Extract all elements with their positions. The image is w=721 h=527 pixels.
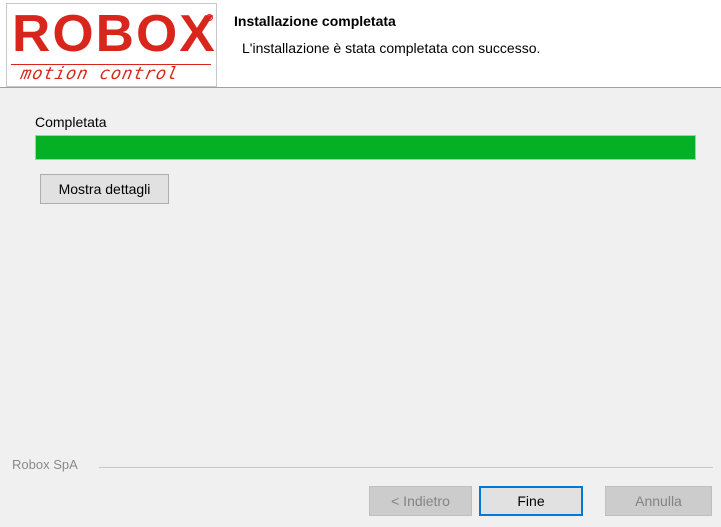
footer-brand-label: Robox SpA (12, 457, 78, 472)
finish-button[interactable]: Fine (479, 486, 583, 516)
wizard-header: ROBOX motion control Installazione compl… (0, 0, 721, 88)
logo-tagline: motion control (18, 64, 181, 84)
footer-divider (99, 467, 713, 468)
logo-wordmark: ROBOX (12, 5, 217, 63)
page-title: Installazione completata (234, 13, 396, 29)
progress-bar-fill (36, 136, 695, 159)
progress-status-label: Completata (35, 114, 107, 130)
robox-logo: ROBOX motion control (6, 3, 217, 87)
back-button[interactable]: < Indietro (369, 486, 472, 516)
page-subtitle: L'installazione è stata completata con s… (242, 40, 541, 56)
install-progress-bar (35, 135, 696, 160)
cancel-button[interactable]: Annulla (605, 486, 712, 516)
registered-mark-icon (206, 14, 213, 21)
show-details-button[interactable]: Mostra dettagli (40, 174, 169, 204)
